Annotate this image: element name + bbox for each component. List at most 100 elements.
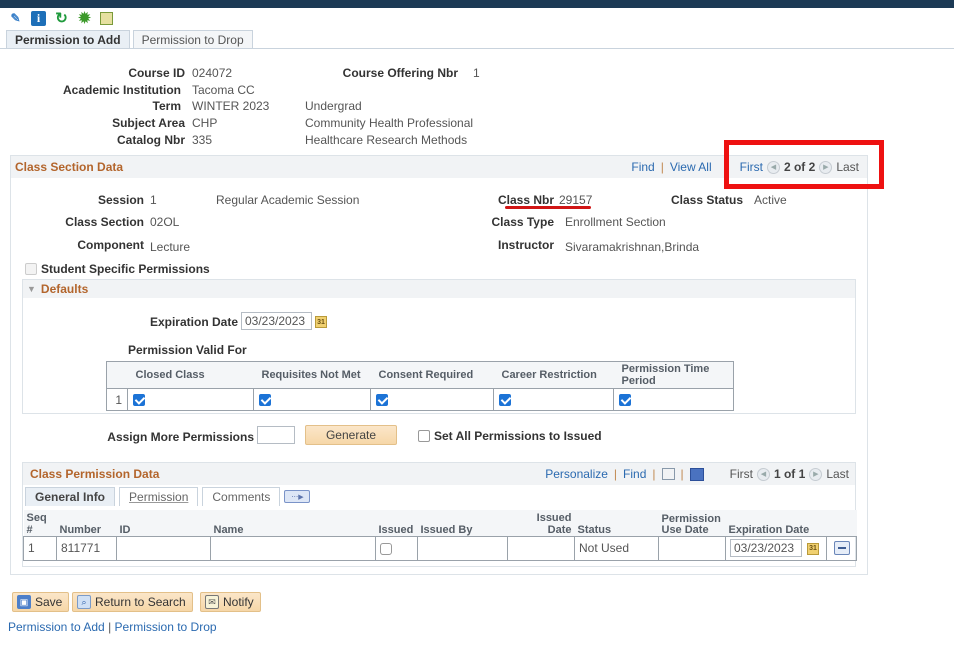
zoom-grid-icon[interactable] bbox=[661, 468, 675, 480]
tab-general-info[interactable]: General Info bbox=[25, 487, 116, 506]
student-specific-label: Student Specific Permissions bbox=[41, 262, 210, 276]
calendar-icon[interactable]: 31 bbox=[807, 542, 819, 555]
grid-tabs: General Info Permission Comments ⋯▶ bbox=[25, 487, 311, 506]
collapse-triangle-icon[interactable]: ▼ bbox=[27, 284, 36, 294]
col-permission-use-date: Permission Use Date bbox=[658, 510, 726, 536]
save-icon: ▣ bbox=[17, 595, 31, 609]
class-permission-title: Class Permission Data bbox=[30, 467, 160, 481]
row-expiration-input[interactable] bbox=[730, 539, 802, 557]
col-requisites-not-met: Requisites Not Met bbox=[253, 361, 371, 389]
footer-links: Permission to Add | Permission to Drop bbox=[8, 620, 217, 634]
col-name: Name bbox=[210, 510, 376, 536]
previous-icon[interactable]: ◀ bbox=[756, 467, 770, 481]
instructor-value: Sivaramakrishnan,Brinda bbox=[565, 240, 700, 254]
class-status-label: Class Status bbox=[670, 193, 743, 207]
col-expiration-date: Expiration Date bbox=[725, 510, 827, 536]
next-icon[interactable]: ▶ bbox=[809, 467, 823, 481]
generate-button[interactable]: Generate bbox=[305, 425, 397, 445]
defaults-header[interactable]: ▼ Defaults bbox=[23, 280, 855, 298]
find-link[interactable]: Find bbox=[623, 467, 646, 481]
separator: | bbox=[660, 160, 664, 174]
student-specific-checkbox[interactable] bbox=[25, 263, 37, 275]
save-button[interactable]: ▣ Save bbox=[12, 592, 70, 612]
subject-label: Subject Area bbox=[112, 116, 185, 130]
permission-time-period-checkbox[interactable] bbox=[619, 393, 631, 406]
find-link[interactable]: Find bbox=[631, 160, 654, 174]
col-consent-required: Consent Required bbox=[370, 361, 494, 389]
offering-value: 1 bbox=[473, 66, 480, 80]
term-value: WINTER 2023 bbox=[192, 99, 270, 113]
subject-value: CHP bbox=[192, 116, 218, 130]
calendar-icon[interactable]: 31 bbox=[315, 316, 327, 328]
student-specific-row: Student Specific Permissions bbox=[25, 262, 210, 276]
search-icon: ⌕ bbox=[77, 595, 91, 609]
col-id: ID bbox=[116, 510, 211, 536]
tab-comments[interactable]: Comments bbox=[202, 487, 281, 506]
annotation-highlight-box bbox=[724, 140, 884, 189]
cell-name bbox=[210, 535, 376, 561]
class-nbr-value: 29157 bbox=[559, 193, 593, 207]
notify-icon: ✉ bbox=[205, 595, 219, 609]
class-type-label: Class Type bbox=[491, 215, 554, 229]
show-all-columns-icon[interactable]: ⋯▶ bbox=[284, 490, 311, 503]
cell-issued-date bbox=[507, 535, 575, 561]
class-nbr-label: Class Nbr bbox=[497, 193, 554, 207]
consent-required-checkbox[interactable] bbox=[376, 393, 388, 406]
col-status: Status bbox=[574, 510, 659, 536]
instructor-label: Instructor bbox=[497, 238, 554, 252]
permission-valid-for-grid: Closed Class Requisites Not Met Consent … bbox=[106, 361, 734, 411]
table-row: 1 bbox=[106, 388, 734, 411]
personalize-link[interactable]: Personalize bbox=[545, 467, 608, 481]
career-restriction-checkbox[interactable] bbox=[499, 393, 511, 406]
top-banner bbox=[0, 0, 954, 8]
tab-permission[interactable]: Permission bbox=[119, 487, 199, 506]
col-closed-class: Closed Class bbox=[127, 361, 254, 389]
help-icon[interactable]: ✎ bbox=[8, 11, 23, 26]
report-icon[interactable] bbox=[100, 11, 113, 25]
permission-valid-for-label: Permission Valid For bbox=[128, 343, 247, 357]
download-excel-icon[interactable] bbox=[689, 467, 704, 481]
info-icon[interactable]: i bbox=[31, 10, 46, 26]
assign-more-input[interactable] bbox=[257, 426, 295, 444]
institution-value: Tacoma CC bbox=[192, 83, 255, 97]
term-label: Term bbox=[152, 99, 181, 113]
tab-permission-to-add[interactable]: Permission to Add bbox=[6, 30, 130, 49]
requisites-not-met-checkbox[interactable] bbox=[259, 393, 271, 406]
first-label[interactable]: First bbox=[730, 467, 753, 481]
delete-row-button[interactable] bbox=[834, 540, 850, 555]
cell-seq: 1 bbox=[23, 535, 57, 561]
tab-permission-to-drop[interactable]: Permission to Drop bbox=[132, 30, 253, 49]
class-status-value: Active bbox=[754, 193, 787, 207]
gear-icon[interactable]: ✹ bbox=[77, 10, 92, 27]
cell-status: Not Used bbox=[574, 535, 659, 561]
return-to-search-button[interactable]: ⌕ Return to Search bbox=[72, 592, 193, 612]
issued-checkbox[interactable] bbox=[380, 542, 392, 555]
pager-count: 1 of 1 bbox=[773, 467, 806, 481]
class-section-title: Class Section Data bbox=[15, 160, 124, 174]
subject-desc: Community Health Professional bbox=[305, 116, 474, 130]
institution-label: Academic Institution bbox=[62, 83, 181, 97]
set-all-issued-checkbox[interactable] bbox=[418, 430, 430, 442]
defaults-title: Defaults bbox=[40, 282, 89, 296]
permission-to-add-link[interactable]: Permission to Add bbox=[8, 620, 105, 634]
notify-button[interactable]: ✉ Notify bbox=[200, 592, 261, 612]
col-issued-date: Issued Date bbox=[507, 510, 575, 536]
session-desc: Regular Academic Session bbox=[216, 193, 360, 207]
cell-use-date bbox=[658, 535, 726, 561]
session-value: 1 bbox=[150, 193, 157, 207]
col-career-restriction: Career Restriction bbox=[493, 361, 614, 389]
row-number: 1 bbox=[106, 388, 128, 411]
class-section-label: Class Section bbox=[65, 215, 144, 229]
component-value: Lecture bbox=[150, 240, 191, 254]
class-permission-nav: Personalize | Find | | First ◀ 1 of 1 ▶ … bbox=[545, 467, 849, 481]
col-permission-time-period: Permission Time Period bbox=[613, 361, 734, 389]
closed-class-checkbox[interactable] bbox=[133, 393, 145, 406]
permission-to-drop-link[interactable]: Permission to Drop bbox=[115, 620, 217, 634]
view-all-link[interactable]: View All bbox=[670, 160, 712, 174]
last-label[interactable]: Last bbox=[826, 467, 849, 481]
toolbar: ✎ i ↻ ✹ bbox=[8, 9, 113, 27]
col-issued-by: Issued By bbox=[417, 510, 508, 536]
cell-issued-by bbox=[417, 535, 508, 561]
expiration-date-input[interactable] bbox=[241, 312, 312, 330]
refresh-icon[interactable]: ↻ bbox=[54, 10, 69, 27]
